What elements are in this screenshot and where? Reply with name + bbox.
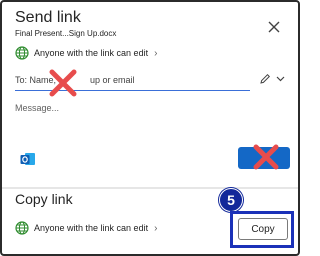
chevron-down-icon[interactable] (276, 75, 285, 83)
red-x-mark-icon (253, 144, 279, 170)
copy-link-permission-label: Anyone with the link can edit (34, 223, 149, 233)
message-field[interactable]: Message... (15, 103, 59, 113)
link-permission-setting[interactable]: Anyone with the link can edit › (15, 46, 157, 60)
chevron-right-icon: › (154, 222, 158, 234)
chevron-right-icon: › (154, 47, 158, 59)
globe-icon (15, 221, 29, 235)
close-icon[interactable] (266, 19, 282, 35)
send-link-title: Send link (15, 9, 81, 26)
file-name: Final Present...Sign Up.docx (15, 29, 117, 38)
red-x-mark-icon (49, 69, 77, 97)
pencil-icon[interactable] (259, 73, 271, 85)
copy-button[interactable]: Copy (238, 218, 288, 240)
step-number-badge: 5 (219, 188, 243, 212)
share-dialog: Send link Final Present...Sign Up.docx A… (0, 0, 300, 256)
outlook-icon[interactable] (20, 152, 36, 166)
copy-link-permission-setting[interactable]: Anyone with the link can edit › (15, 221, 157, 235)
link-permission-label: Anyone with the link can edit (34, 48, 149, 58)
globe-icon (15, 46, 29, 60)
copy-link-title: Copy link (15, 191, 73, 207)
section-divider (2, 187, 298, 189)
